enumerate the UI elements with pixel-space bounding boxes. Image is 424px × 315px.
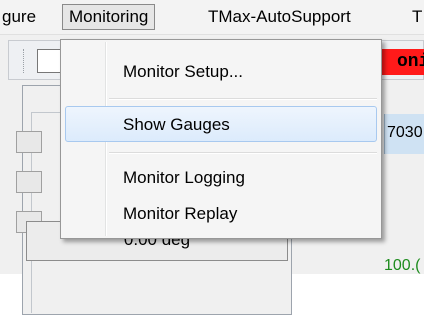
- menu-configure[interactable]: gure: [2, 5, 36, 29]
- right-column-header: 7030: [384, 114, 424, 154]
- menu-item-monitor-setup[interactable]: Monitor Setup...: [65, 54, 377, 90]
- right-green-value: 100.(: [384, 257, 421, 274]
- monitoring-dropdown-menu: Monitor Setup... Show Gauges Monitor Log…: [60, 39, 382, 239]
- menu-item-show-gauges[interactable]: Show Gauges: [65, 106, 377, 142]
- panel-mini-button-1[interactable]: [16, 131, 42, 153]
- menu-next-truncated[interactable]: T: [412, 5, 422, 29]
- toolbar-grip[interactable]: [23, 49, 28, 73]
- menu-item-monitor-replay[interactable]: Monitor Replay: [65, 196, 377, 232]
- menu-tmax-autosupport[interactable]: TMax-AutoSupport: [208, 5, 351, 29]
- menu-monitoring[interactable]: Monitoring: [62, 4, 156, 30]
- panel-mini-button-2[interactable]: [16, 171, 42, 193]
- menu-item-label: Monitor Replay: [123, 204, 238, 223]
- monitor-status-label: onit: [375, 49, 424, 75]
- menu-separator: [109, 98, 377, 100]
- menu-item-label: Monitor Setup...: [123, 62, 244, 81]
- menu-separator: [109, 152, 377, 154]
- menu-bar: gure Monitoring TMax-AutoSupport T: [0, 0, 424, 35]
- menu-item-monitor-logging[interactable]: Monitor Logging: [65, 160, 377, 196]
- menu-item-label: Show Gauges: [123, 115, 230, 134]
- menu-item-label: Monitor Logging: [123, 168, 245, 187]
